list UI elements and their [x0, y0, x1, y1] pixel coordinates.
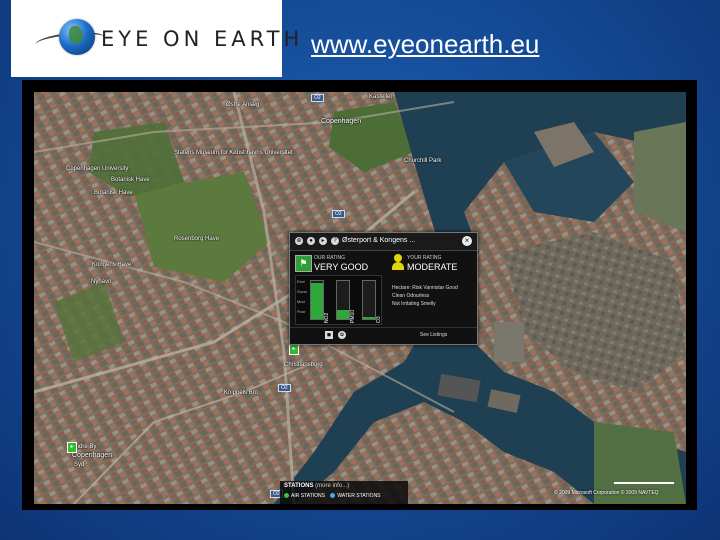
popup-header: ⊕ ● ▸ ? Østerport & Kongens ... × — [290, 233, 477, 251]
settings-icon[interactable]: ✿ — [338, 331, 346, 339]
water-station-dot-icon — [330, 493, 336, 499]
map-label: Copenhagen — [321, 118, 362, 125]
map-label: Nyhavn — [91, 279, 112, 285]
listings-link[interactable]: See Listings — [420, 332, 447, 338]
stations-legend: STATIONS (more info...) AIR STATIONS WAT… — [280, 481, 408, 504]
flag-icon: ⚑ — [295, 255, 312, 272]
your-rating-detail: Clean Odourless — [392, 293, 430, 299]
bar-fill — [311, 282, 323, 319]
zoom-icon[interactable]: ⊕ — [295, 237, 303, 245]
road-badge: O2 — [278, 384, 291, 392]
globe-land-icon — [69, 26, 83, 44]
axis-label: Poor — [297, 309, 306, 314]
map-label: Knippels Bro — [224, 390, 259, 396]
map-label: Botanisk Have — [94, 190, 133, 196]
our-rating-value: VERY GOOD — [314, 262, 369, 272]
map-label: Syd — [74, 462, 85, 468]
axis-label: Excl — [297, 279, 305, 284]
your-rating-label: YOUR RATING — [407, 255, 442, 261]
road-badge: O2 — [332, 210, 345, 218]
website-link[interactable]: www.eyeonearth.eu — [311, 29, 539, 60]
popup-footer: ◼ ✿ See Listings — [290, 327, 477, 343]
scale-bar — [614, 482, 674, 484]
pollutant-bar — [336, 280, 350, 320]
close-icon[interactable]: × — [462, 236, 472, 246]
map-label: Statens Museum for Kunst — [174, 150, 245, 156]
map-label: Botanisk Have — [111, 177, 150, 183]
map-label: Indre By — [74, 444, 97, 450]
info-icon[interactable]: ? — [331, 237, 339, 245]
your-rating-value[interactable]: MODERATE — [407, 262, 457, 272]
stations-legend-row: AIR STATIONS WATER STATIONS — [284, 493, 381, 499]
your-rating-detail: Not Irritating Smelly — [392, 301, 436, 307]
map-label: Kastellet — [369, 94, 393, 100]
map-label: Copenhagen University — [66, 166, 129, 172]
pollutant-bar — [310, 280, 324, 320]
air-station-marker[interactable]: ▸ — [289, 344, 299, 355]
bar-fill — [363, 317, 375, 319]
map-label: Christiansborg — [284, 362, 323, 368]
more-info-link[interactable]: (more info...) — [315, 483, 349, 489]
person-icon — [392, 254, 404, 270]
map-label: Copenhagen — [72, 452, 113, 459]
bar-fill — [337, 309, 349, 319]
axis-label: Good — [297, 289, 307, 294]
air-stations-toggle[interactable]: AIR STATIONS — [291, 493, 325, 499]
axis-label: Mod — [297, 299, 305, 304]
logo-text: EYE ON EARTH — [101, 27, 304, 51]
map-label: Rosenborg Have — [174, 236, 220, 242]
station-info-popup: ⊕ ● ▸ ? Østerport & Kongens ... × ⚑ OUR … — [289, 232, 478, 345]
air-station-marker[interactable]: ▸ — [67, 442, 77, 453]
stations-title-text: STATIONS — [284, 483, 314, 489]
map-label: Østre Anlæg — [226, 102, 260, 108]
your-rating-detail: Hectare: Risk Vannistar Good — [392, 285, 458, 291]
satellite-map[interactable]: Østre Anlæg Kastellet Copenhagen Københa… — [34, 92, 686, 504]
stations-title: STATIONS (more info...) — [284, 483, 349, 489]
bar-label: PM10 — [350, 309, 356, 323]
air-station-dot-icon — [284, 493, 289, 499]
user-icon[interactable]: ● — [307, 237, 315, 245]
map-copyright: © 2009 Microsoft Corporation © 2009 NAVT… — [554, 490, 659, 496]
our-rating-label: OUR RATING — [314, 255, 346, 261]
camera-icon[interactable]: ◼ — [325, 331, 333, 339]
road-badge: O2 — [311, 94, 324, 102]
map-label: Kongens Have — [92, 262, 132, 268]
share-icon[interactable]: ▸ — [319, 237, 327, 245]
bar-label: O3 — [376, 316, 382, 323]
pollutant-bar — [362, 280, 376, 320]
popup-title: Østerport & Kongens ... — [342, 237, 416, 244]
map-label: Churchill Park — [404, 158, 442, 164]
water-stations-toggle[interactable]: WATER STATIONS — [337, 493, 380, 499]
pollutant-chart: Excl Good Mod Poor NO2 PM10 O3 — [295, 275, 382, 325]
eye-on-earth-logo: EYE ON EARTH — [11, 0, 299, 77]
bar-label: NO2 — [324, 312, 330, 323]
